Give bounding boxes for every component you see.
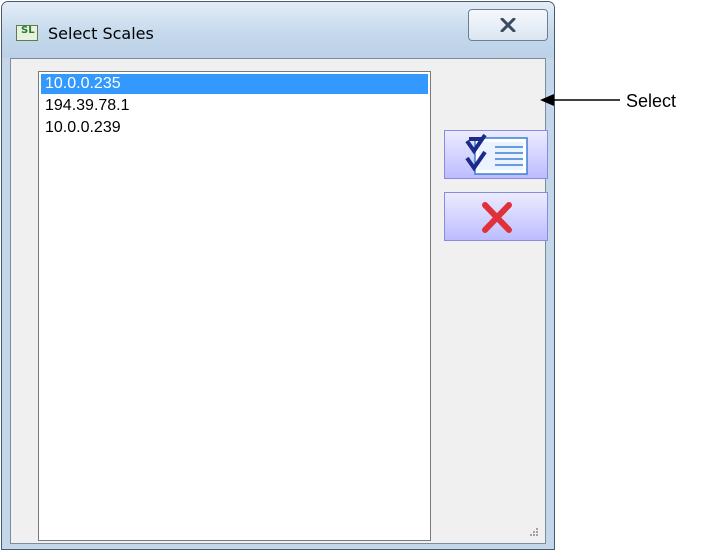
select-scales-dialog: SL Select Scales 10.0.0.235 194.39.78.1 … xyxy=(1,1,555,550)
app-icon: SL xyxy=(16,25,38,41)
title-bar[interactable]: SL Select Scales xyxy=(2,2,554,58)
scales-listbox[interactable]: 10.0.0.235 194.39.78.1 10.0.0.239 xyxy=(38,71,431,541)
list-item[interactable]: 194.39.78.1 xyxy=(41,96,428,116)
callout-label: Select xyxy=(626,91,677,111)
close-icon xyxy=(500,18,516,32)
resize-grip-icon[interactable] xyxy=(529,527,539,537)
list-item[interactable]: 10.0.0.239 xyxy=(41,118,428,138)
cancel-button[interactable] xyxy=(444,192,548,241)
x-icon xyxy=(482,202,512,233)
list-item[interactable]: 10.0.0.235 xyxy=(41,74,428,94)
dialog-client-area: 10.0.0.235 194.39.78.1 10.0.0.239 xyxy=(10,58,548,544)
checklist-icon xyxy=(465,133,528,175)
callout-arrow-icon xyxy=(540,94,620,106)
window-title: Select Scales xyxy=(48,24,154,43)
select-button[interactable] xyxy=(444,130,548,179)
close-button[interactable] xyxy=(468,9,548,41)
app-icon-text: SL xyxy=(21,25,35,36)
